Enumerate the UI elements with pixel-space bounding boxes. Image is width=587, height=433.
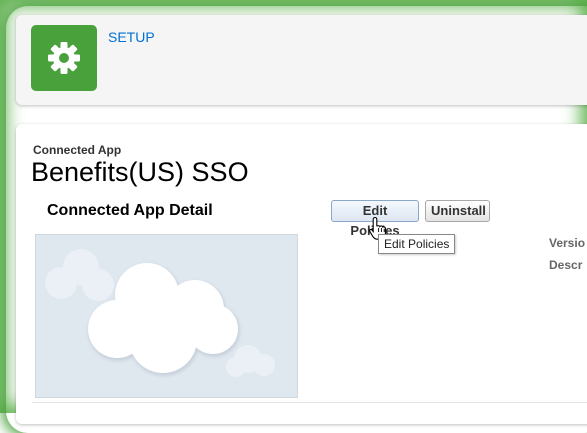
- connected-app-card: Connected App Benefits(US) SSO Connected…: [16, 124, 587, 424]
- description-label: Descr: [549, 258, 583, 272]
- section-title: Connected App Detail: [47, 202, 213, 219]
- gear-icon: [48, 42, 80, 74]
- setup-tile[interactable]: [31, 25, 97, 91]
- divider: [32, 402, 587, 403]
- cloud-placeholder-icon: [45, 249, 275, 377]
- setup-header: SETUP: [16, 15, 587, 105]
- setup-title[interactable]: SETUP: [108, 29, 155, 45]
- uninstall-button[interactable]: Uninstall: [425, 200, 490, 222]
- page-title: Benefits(US) SSO: [31, 157, 249, 187]
- app-logo-placeholder: [35, 234, 298, 398]
- version-label: Versio: [549, 236, 586, 250]
- tooltip: Edit Policies: [378, 234, 456, 254]
- page-eyebrow: Connected App: [33, 143, 122, 157]
